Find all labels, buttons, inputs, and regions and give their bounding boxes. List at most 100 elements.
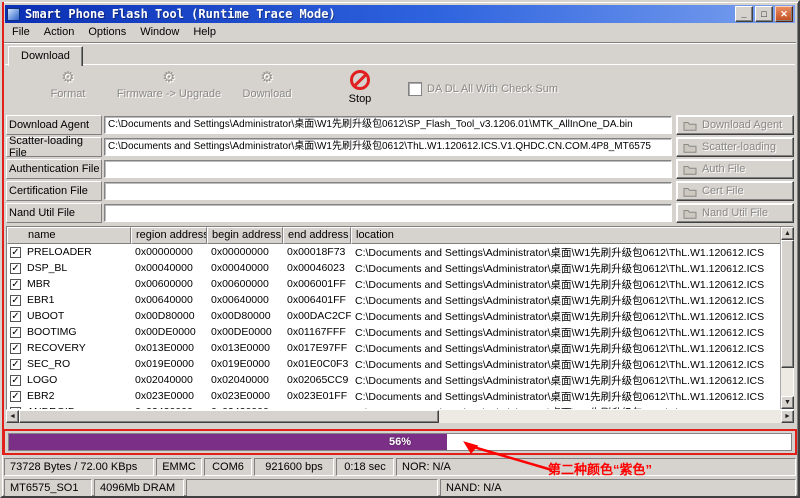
location-cell: C:\Documents and Settings\Administrator\…	[351, 293, 780, 308]
end-address-cell: 0x02065CC9	[283, 374, 351, 386]
table-row[interactable]: ✓ PRELOADER 0x00000000 0x00000000 0x0001…	[7, 244, 780, 260]
table-row[interactable]: ✓ LOGO 0x02040000 0x02040000 0x02065CC9 …	[7, 372, 780, 388]
vertical-scroll-thumb[interactable]	[781, 240, 794, 368]
folder-icon	[683, 142, 697, 153]
name-cell: ✓ RECOVERY	[7, 342, 131, 354]
location-cell: C:\Documents and Settings\Administrator\…	[351, 389, 780, 404]
column-header-begin-address[interactable]: begin address	[207, 227, 283, 244]
browse-button[interactable]: Cert File	[676, 181, 794, 201]
scroll-up-icon[interactable]: ▲	[781, 227, 794, 240]
row-checkbox[interactable]: ✓	[10, 311, 21, 322]
row-checkbox[interactable]: ✓	[10, 247, 21, 258]
horizontal-scrollbar[interactable]: ◄ ►	[6, 410, 794, 423]
check-icon: ✓	[11, 280, 19, 289]
table-row[interactable]: ✓ UBOOT 0x00D80000 0x00D80000 0x00DAC2CF…	[7, 308, 780, 324]
download-label: Download	[243, 88, 292, 100]
end-address-cell: 0x00DAC2CF	[283, 310, 351, 322]
minimize-button[interactable]: _	[735, 6, 753, 22]
file-path-field[interactable]: C:\Documents and Settings\Administrator\…	[104, 116, 672, 134]
browse-button[interactable]: Auth File	[676, 159, 794, 179]
row-checkbox[interactable]: ✓	[10, 375, 21, 386]
table-row[interactable]: ✓ SEC_RO 0x019E0000 0x019E0000 0x01E0C0F…	[7, 356, 780, 372]
vertical-scrollbar[interactable]: ▲ ▼	[780, 227, 793, 409]
begin-address-cell: 0x00600000	[207, 278, 283, 290]
download-button[interactable]: ⚙ Download	[232, 70, 302, 100]
table-row[interactable]: ✓ EBR1 0x00640000 0x00640000 0x006401FF …	[7, 292, 780, 308]
check-icon: ✓	[11, 264, 19, 273]
region-address-cell: 0x019E0000	[131, 358, 207, 370]
scroll-right-icon[interactable]: ►	[781, 410, 794, 423]
menu-item[interactable]: Action	[38, 25, 83, 40]
tab-download[interactable]: Download	[8, 46, 83, 66]
menu-item[interactable]: Help	[187, 25, 224, 40]
folder-icon	[683, 120, 697, 131]
menu-item[interactable]: File	[6, 25, 38, 40]
column-header-name[interactable]: name	[7, 227, 131, 244]
row-checkbox[interactable]: ✓	[10, 279, 21, 290]
scroll-left-icon[interactable]: ◄	[6, 410, 19, 423]
location-cell: C:\Documents and Settings\Administrator\…	[351, 309, 780, 324]
name-cell: ✓ UBOOT	[7, 310, 131, 322]
check-icon: ✓	[11, 408, 19, 410]
row-checkbox[interactable]: ✓	[10, 391, 21, 402]
file-form: Download Agent C:\Documents and Settings…	[6, 114, 794, 224]
file-path-field[interactable]	[104, 160, 672, 178]
name-cell: ✓ DSP_BL	[7, 262, 131, 274]
horizontal-scroll-track[interactable]	[19, 410, 781, 423]
row-checkbox[interactable]: ✓	[10, 407, 21, 410]
horizontal-scroll-thumb[interactable]	[19, 410, 439, 423]
menu-item[interactable]: Options	[82, 25, 134, 40]
da-dl-checksum-checkbox[interactable]	[408, 82, 422, 96]
begin-address-cell: 0x00040000	[207, 262, 283, 274]
region-address-cell: 0x02040000	[131, 374, 207, 386]
row-checkbox[interactable]: ✓	[10, 295, 21, 306]
table-row[interactable]: ✓ BOOTIMG 0x00DE0000 0x00DE0000 0x01167F…	[7, 324, 780, 340]
file-path-field[interactable]	[104, 204, 672, 222]
close-button[interactable]: ✕	[775, 6, 793, 22]
name-cell: ✓ SEC_RO	[7, 358, 131, 370]
form-row: Certification File Cert File	[6, 180, 794, 202]
name-cell: ✓ MBR	[7, 278, 131, 290]
partition-name: ANDROID	[27, 406, 75, 409]
firmware-upgrade-button[interactable]: ⚙ Firmware -> Upgrade	[114, 70, 224, 100]
row-checkbox[interactable]: ✓	[10, 359, 21, 370]
table-row[interactable]: ✓ ANDROID 0x02420000 0x02420000 C:\Docum…	[7, 404, 780, 409]
column-header-region-address[interactable]: region address	[131, 227, 207, 244]
begin-address-cell: 0x00D80000	[207, 310, 283, 322]
tab-page-edge	[5, 64, 795, 65]
table-row[interactable]: ✓ MBR 0x00600000 0x00600000 0x006001FF C…	[7, 276, 780, 292]
table-row[interactable]: ✓ DSP_BL 0x00040000 0x00040000 0x0004602…	[7, 260, 780, 276]
menu-item[interactable]: Window	[134, 25, 187, 40]
browse-button[interactable]: Download Agent	[676, 115, 794, 135]
browse-button[interactable]: Scatter-loading	[676, 137, 794, 157]
form-row: Scatter-loading File C:\Documents and Se…	[6, 136, 794, 158]
begin-address-cell: 0x013E0000	[207, 342, 283, 354]
column-header-end-address[interactable]: end address	[283, 227, 351, 244]
begin-address-cell: 0x00000000	[207, 246, 283, 258]
scroll-down-icon[interactable]: ▼	[781, 396, 794, 409]
form-row: Nand Util File Nand Util File	[6, 202, 794, 224]
row-checkbox[interactable]: ✓	[10, 263, 21, 274]
check-icon: ✓	[11, 296, 19, 305]
check-icon: ✓	[11, 328, 19, 337]
table-row[interactable]: ✓ EBR2 0x023E0000 0x023E0000 0x023E01FF …	[7, 388, 780, 404]
form-row: Authentication File Auth File	[6, 158, 794, 180]
status-empty-cell	[186, 479, 438, 497]
check-icon: ✓	[11, 376, 19, 385]
maximize-button[interactable]: □	[755, 6, 773, 22]
row-checkbox[interactable]: ✓	[10, 327, 21, 338]
row-checkbox[interactable]: ✓	[10, 343, 21, 354]
stop-button[interactable]: Stop	[336, 70, 384, 105]
check-icon: ✓	[11, 312, 19, 321]
form-row: Download Agent C:\Documents and Settings…	[6, 114, 794, 136]
menu-bar: FileActionOptionsWindowHelp	[6, 24, 794, 41]
partition-name: SEC_RO	[27, 358, 70, 370]
file-path-field[interactable]	[104, 182, 672, 200]
begin-address-cell: 0x023E0000	[207, 390, 283, 402]
column-header-location[interactable]: location	[351, 227, 793, 244]
format-button[interactable]: ⚙ Format	[36, 70, 100, 100]
table-row[interactable]: ✓ RECOVERY 0x013E0000 0x013E0000 0x017E9…	[7, 340, 780, 356]
browse-button[interactable]: Nand Util File	[676, 203, 794, 223]
file-path-field[interactable]: C:\Documents and Settings\Administrator\…	[104, 138, 672, 156]
app-icon[interactable]	[7, 8, 20, 21]
